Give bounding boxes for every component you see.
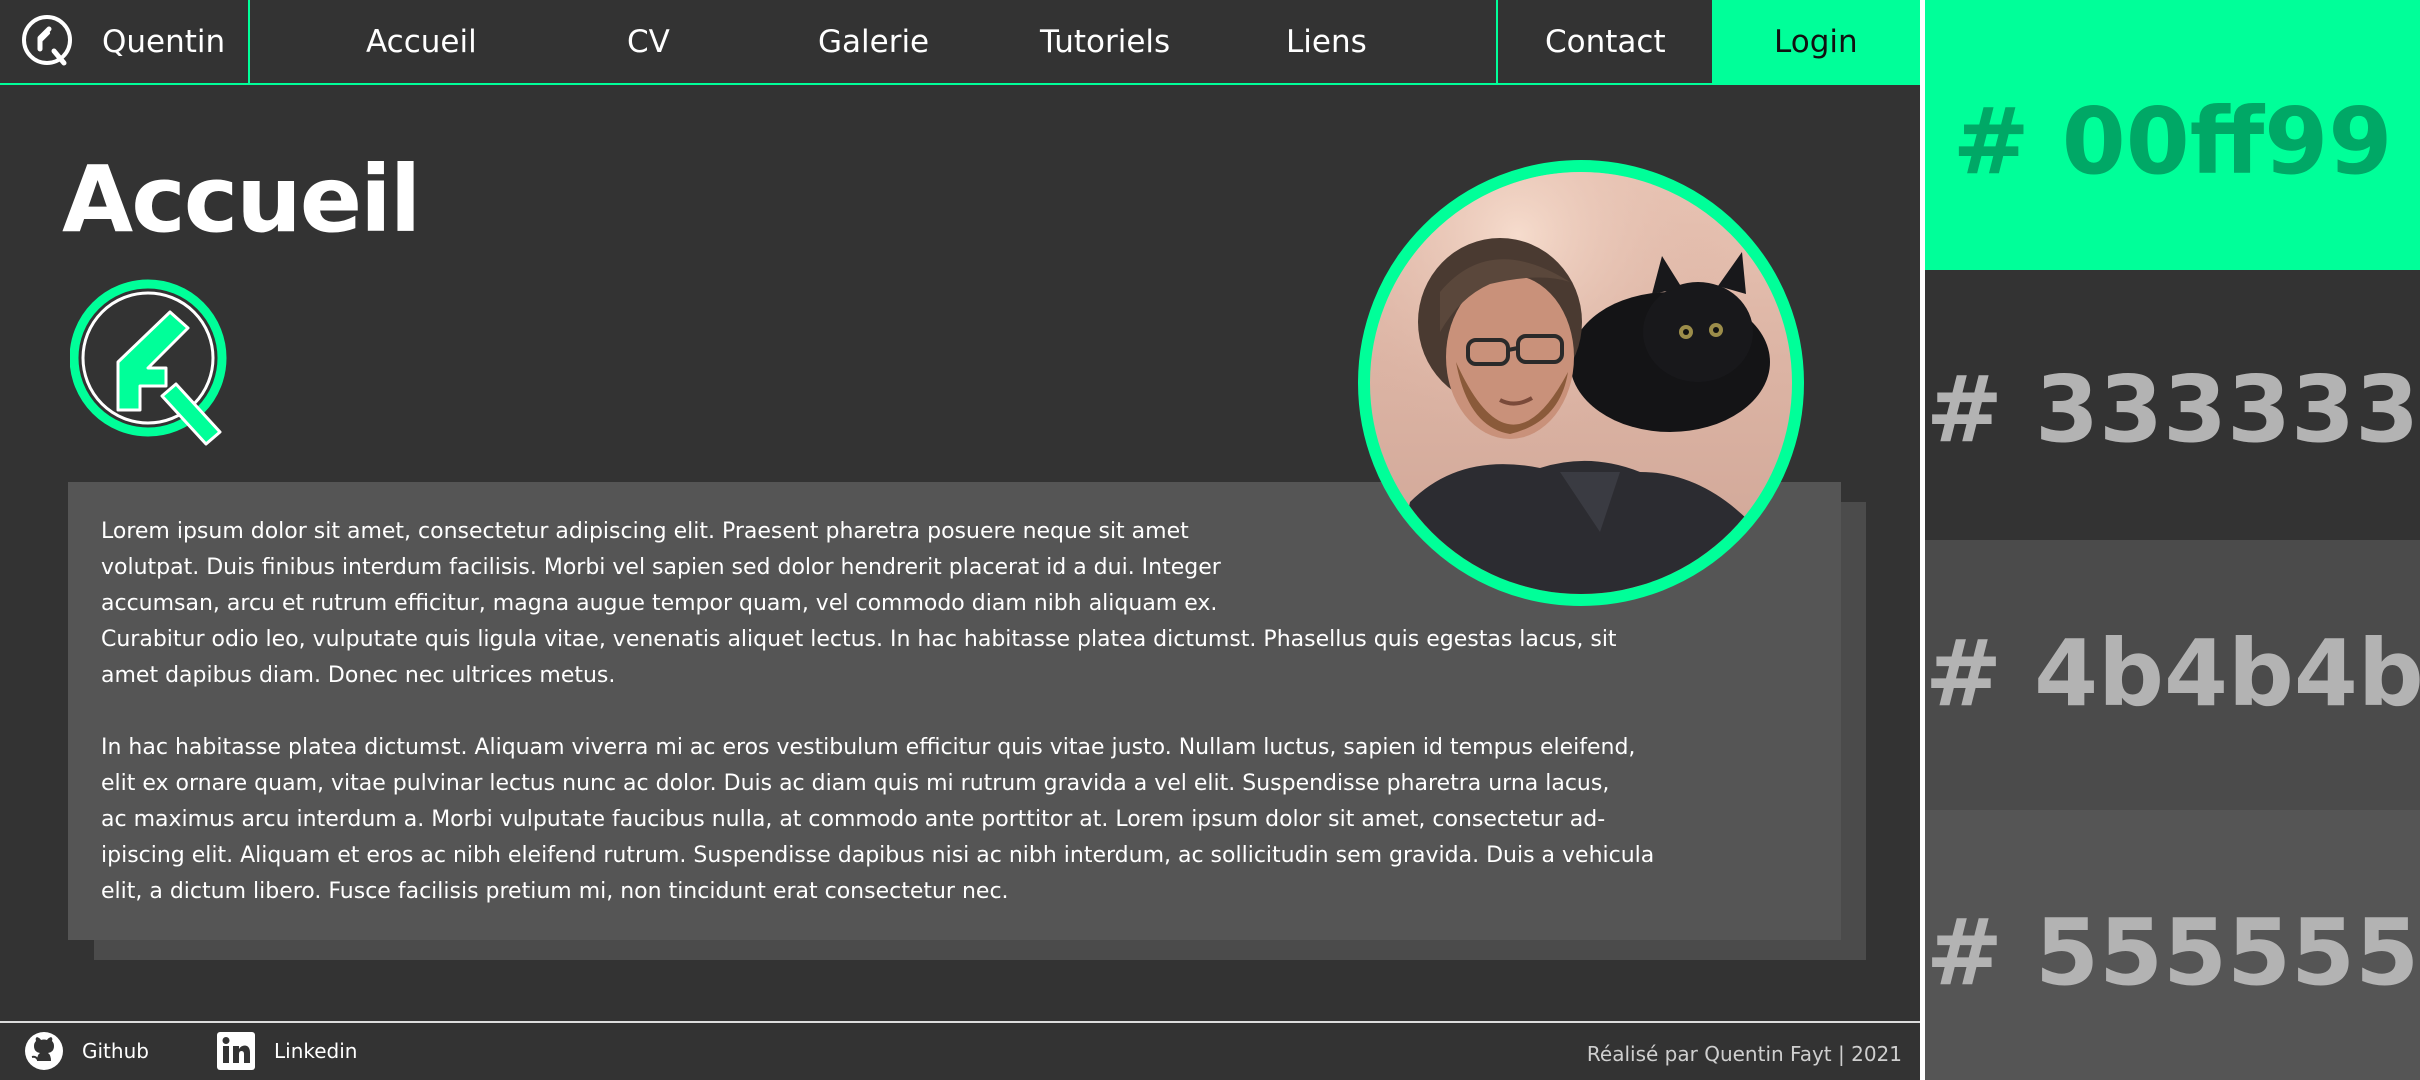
- swatch-label: # 4b4b4b: [1925, 620, 2420, 727]
- swatch-555555: # 555555: [1925, 810, 2420, 1080]
- page-title: Accueil: [62, 146, 421, 253]
- github-icon: [25, 1032, 63, 1070]
- nav-link-liens[interactable]: Liens: [1286, 22, 1367, 62]
- contact-link[interactable]: Contact: [1498, 0, 1712, 83]
- login-button[interactable]: Login: [1712, 0, 1920, 83]
- qf-logo-icon: [70, 279, 227, 446]
- nav-links: Accueil CV Galerie Tutoriels Liens: [250, 0, 1496, 83]
- swatch-00ff99: # 00ff99: [1925, 0, 2420, 270]
- login-label: Login: [1774, 24, 1858, 60]
- nav-right: Contact Login: [1496, 0, 1920, 83]
- nav-link-accueil[interactable]: Accueil: [366, 22, 477, 62]
- swatch-label: # 555555: [1925, 899, 2420, 1006]
- github-label: Github: [82, 1039, 149, 1063]
- swatch-333333: # 333333: [1925, 270, 2420, 540]
- linkedin-icon: [217, 1032, 255, 1070]
- brand-link[interactable]: Quentin: [0, 0, 250, 83]
- navbar: Quentin Accueil CV Galerie Tutoriels Lie…: [0, 0, 1920, 85]
- brand-name: Quentin: [102, 24, 226, 60]
- second-paragraph: In hac habitasse platea dictumst. Aliqua…: [101, 735, 1655, 904]
- profile-photo-illustration: [1370, 172, 1792, 594]
- swatch-4b4b4b: # 4b4b4b: [1925, 540, 2420, 810]
- footer-credits: Réalisé par Quentin Fayt | 2021: [1586, 1042, 1902, 1066]
- color-palette: # 00ff99 # 333333 # 4b4b4b # 555555: [1925, 0, 2420, 1080]
- swatch-label: # 00ff99: [1952, 88, 2393, 195]
- nav-link-galerie[interactable]: Galerie: [818, 22, 929, 62]
- nav-link-tutoriels[interactable]: Tutoriels: [1040, 22, 1170, 62]
- contact-label: Contact: [1545, 24, 1666, 60]
- profile-photo: [1358, 160, 1804, 606]
- nav-link-cv[interactable]: CV: [627, 22, 670, 62]
- linkedin-label: Linkedin: [274, 1039, 358, 1063]
- swatch-label: # 333333: [1925, 356, 2420, 463]
- website-preview: Quentin Accueil CV Galerie Tutoriels Lie…: [0, 0, 1920, 1080]
- qf-logo-icon: [22, 15, 72, 66]
- footer: Github Linkedin Réalisé par Quentin Fayt…: [0, 1021, 1920, 1080]
